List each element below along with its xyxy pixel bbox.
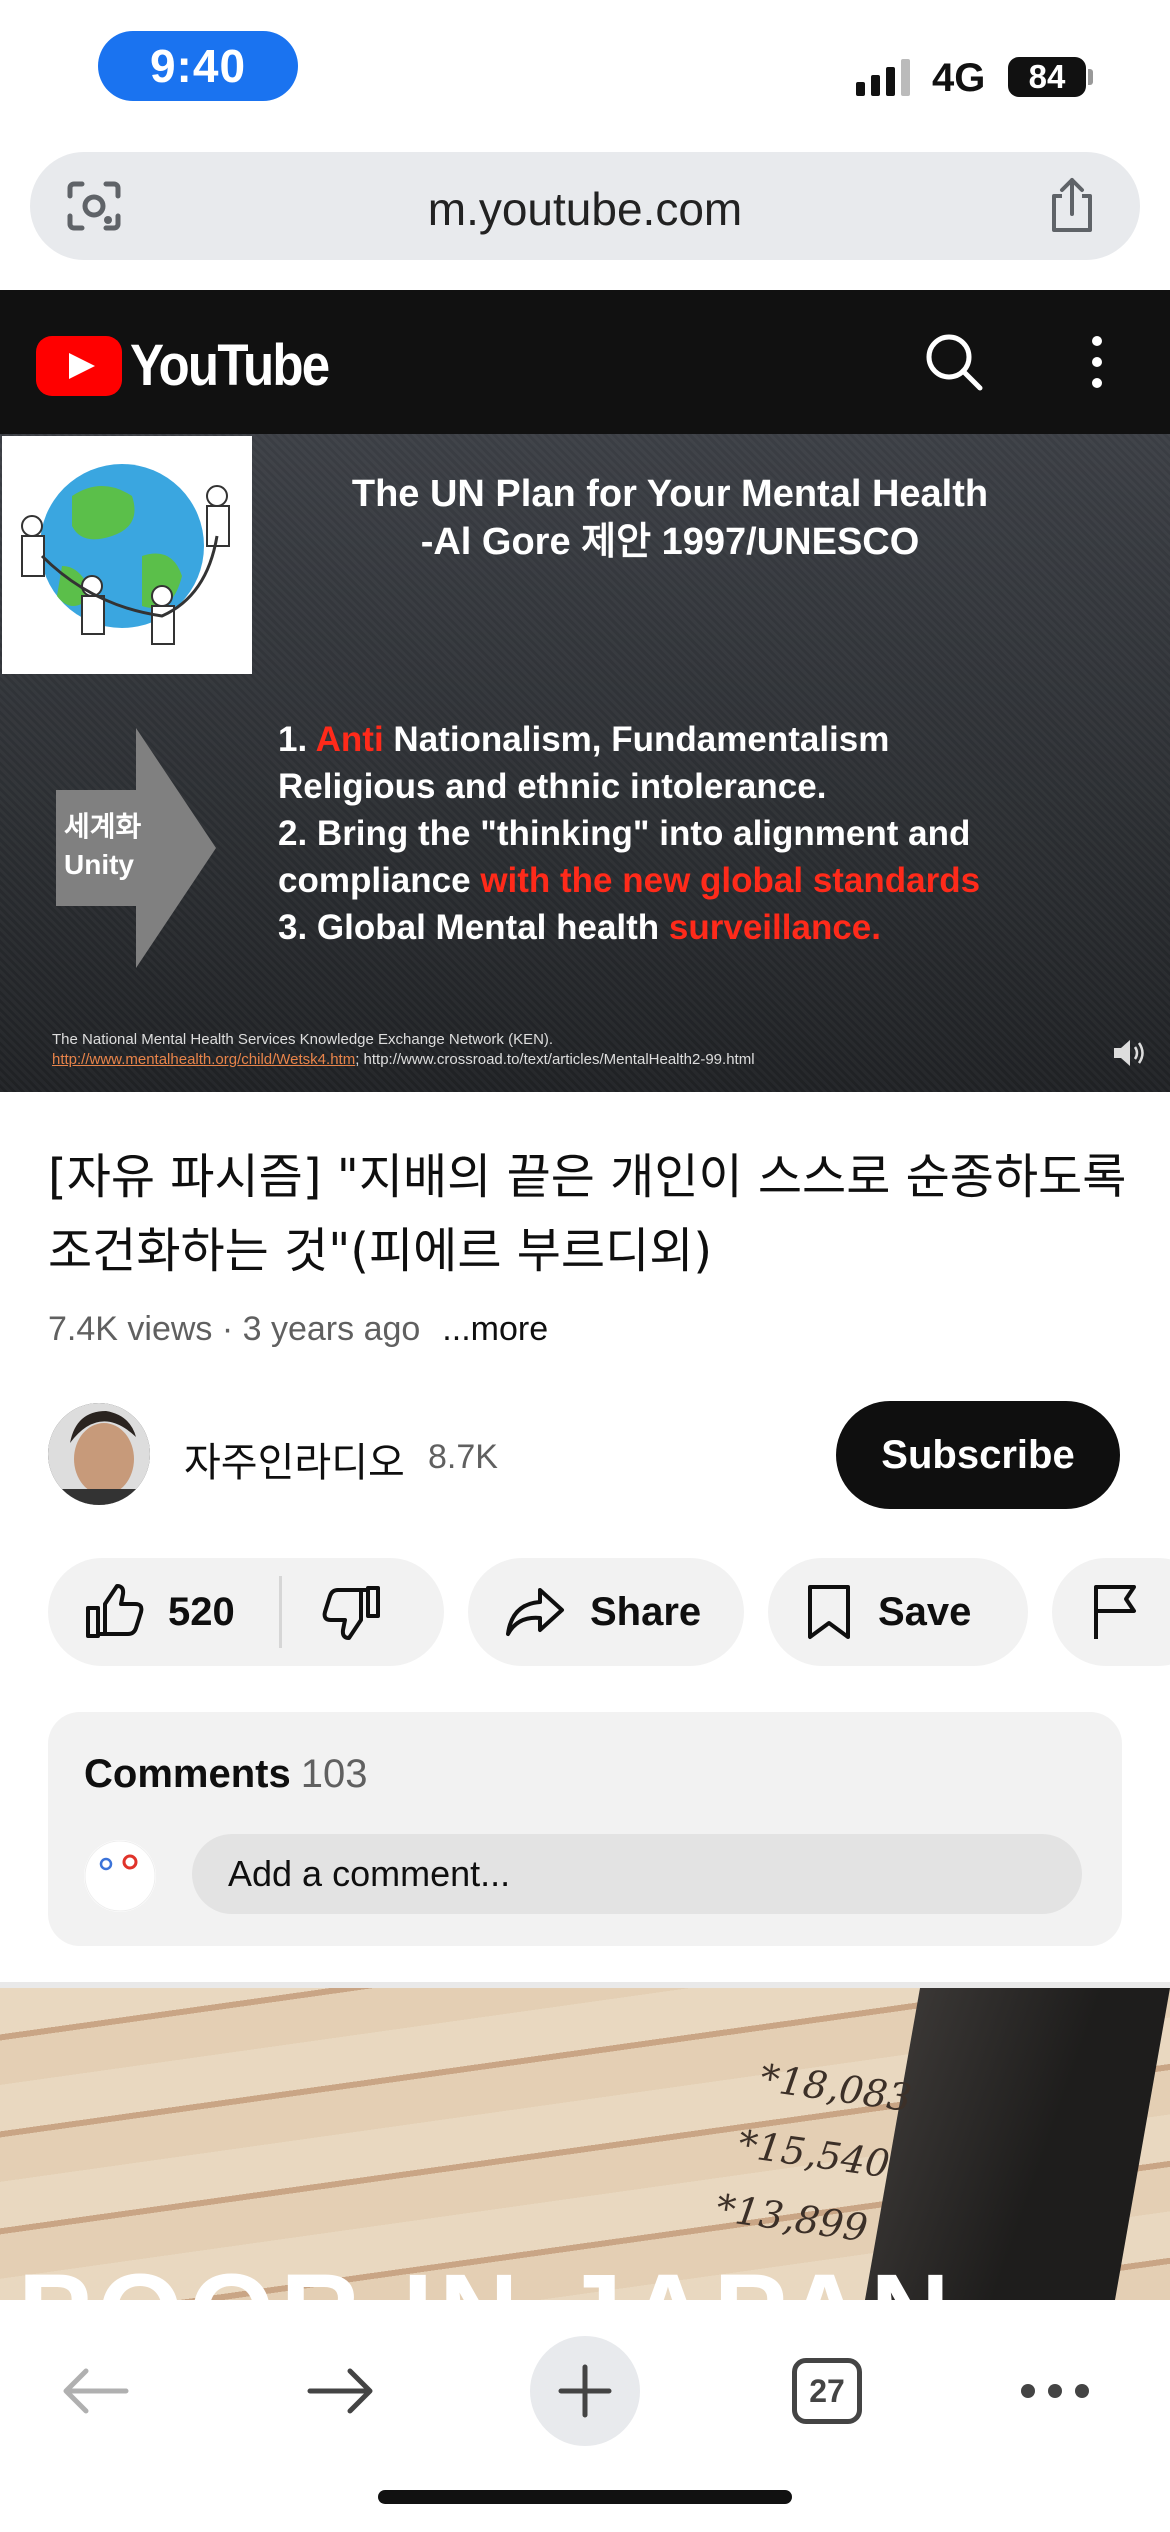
arrow-label-line1: 세계화	[64, 811, 142, 842]
save-button[interactable]: Save	[768, 1558, 1028, 1666]
point3-white: 3. Global Mental health	[278, 908, 660, 947]
tabs-button[interactable]: 27	[772, 2336, 882, 2446]
point2-white: compliance	[278, 861, 471, 900]
slide-title-line1: The UN Plan for Your Mental Health	[351, 473, 989, 515]
battery-nub	[1088, 69, 1093, 85]
subscribe-button[interactable]: Subscribe	[836, 1401, 1120, 1509]
share-icon[interactable]	[1044, 176, 1100, 234]
point1-line2: Religious and ethnic intolerance.	[278, 767, 827, 806]
address-bar[interactable]: m.youtube.com	[30, 152, 1140, 260]
menu-button[interactable]	[1000, 2336, 1110, 2446]
report-button[interactable]	[1052, 1558, 1170, 1666]
comments-card[interactable]: Comments 103 Add a comment...	[48, 1712, 1122, 1946]
point1-rest: Nationalism, Fundamentalism	[393, 720, 890, 759]
slide-footer: The National Mental Health Services Know…	[52, 1030, 1112, 1070]
thumbnail-title: POOR IN JAPAN	[18, 2250, 956, 2300]
point2-line1: 2. Bring the "thinking" into alignment a…	[278, 814, 971, 853]
subscriber-count: 8.7K	[428, 1438, 498, 1476]
youtube-play-icon	[36, 335, 122, 396]
search-icon[interactable]	[922, 330, 986, 394]
more-horizontal-icon	[1021, 2384, 1089, 2398]
slide-title-line2: -Al Gore 제안 1997/UNESCO	[420, 521, 920, 563]
forward-button[interactable]	[286, 2336, 396, 2446]
more-vertical-icon[interactable]	[1082, 334, 1112, 390]
views-and-date: 7.4K views · 3 years ago	[48, 1310, 421, 1348]
like-dislike-group: 520	[48, 1558, 444, 1666]
status-bar: 9:40 4G 84	[0, 0, 1170, 140]
slide-footer-rest: ; http://www.crossroad.to/text/articles/…	[355, 1051, 755, 1068]
status-time[interactable]: 9:40	[98, 31, 298, 101]
like-count: 520	[168, 1589, 235, 1634]
comments-heading: Comments 103	[84, 1752, 367, 1797]
video-title[interactable]: [자유 파시즘] "지배의 끝은 개인이 스스로 순종하도록 조건화하는 것"(…	[48, 1140, 1128, 1288]
point1-red: Anti	[315, 720, 384, 759]
flag-icon	[1094, 1585, 1136, 1639]
slide-title: The UN Plan for Your Mental Health -Al G…	[270, 470, 1070, 566]
network-type: 4G	[932, 56, 986, 100]
share-arrow-icon	[506, 1588, 564, 1636]
cellular-signal-icon	[856, 58, 910, 96]
slide-points: 1. Anti Nationalism, Fundamentalism Reli…	[278, 716, 1158, 951]
arrow-label-line2: Unity	[64, 849, 134, 880]
user-avatar	[84, 1840, 156, 1912]
channel-name[interactable]: 자주인라디오	[184, 1430, 405, 1488]
video-player[interactable]: The UN Plan for Your Mental Health -Al G…	[0, 434, 1170, 1092]
back-arrow-icon	[63, 2368, 129, 2414]
point2-red: with the new global standards	[480, 861, 981, 900]
channel-avatar[interactable]	[48, 1403, 150, 1505]
globe-illustration	[2, 436, 252, 674]
back-button[interactable]	[40, 2336, 150, 2446]
comments-count: 103	[300, 1752, 368, 1796]
thumbs-up-icon	[86, 1584, 144, 1638]
share-label: Share	[590, 1589, 702, 1634]
home-indicator[interactable]	[378, 2490, 792, 2504]
forward-arrow-icon	[307, 2368, 373, 2414]
save-label: Save	[878, 1589, 972, 1634]
arrow-label: 세계화 Unity	[64, 808, 141, 884]
slide-footer-line1: The National Mental Health Services Know…	[52, 1031, 554, 1048]
slide-footer-link: http://www.mentalhealth.org/child/Wetsk4…	[52, 1051, 356, 1068]
point3-red: surveillance.	[668, 908, 881, 947]
bookmark-icon	[808, 1585, 850, 1639]
plus-icon	[558, 2364, 612, 2418]
youtube-logo[interactable]: YouTube	[36, 332, 355, 399]
youtube-logo-text: YouTube	[130, 333, 330, 398]
add-comment-input[interactable]: Add a comment...	[192, 1834, 1082, 1914]
like-button[interactable]: 520	[48, 1558, 235, 1666]
new-tab-button[interactable]	[530, 2336, 640, 2446]
video-meta[interactable]: 7.4K views · 3 years ago ...more	[48, 1310, 548, 1349]
url-text: m.youtube.com	[427, 183, 743, 235]
share-button[interactable]: Share	[468, 1558, 744, 1666]
point1-num: 1.	[278, 720, 308, 759]
more-link[interactable]: ...more	[442, 1310, 548, 1348]
mute-speaker-icon[interactable]	[1112, 1038, 1146, 1068]
thumbs-down-icon	[322, 1586, 380, 1640]
youtube-header: YouTube	[0, 290, 1170, 434]
tab-count: 27	[792, 2358, 862, 2424]
next-video-thumbnail[interactable]: *18,083 *15,540 *13,899 POOR IN JAPAN	[0, 1988, 1170, 2300]
battery-icon: 84	[1008, 57, 1086, 97]
comments-label: Comments	[84, 1752, 291, 1796]
dislike-button[interactable]	[282, 1558, 382, 1666]
